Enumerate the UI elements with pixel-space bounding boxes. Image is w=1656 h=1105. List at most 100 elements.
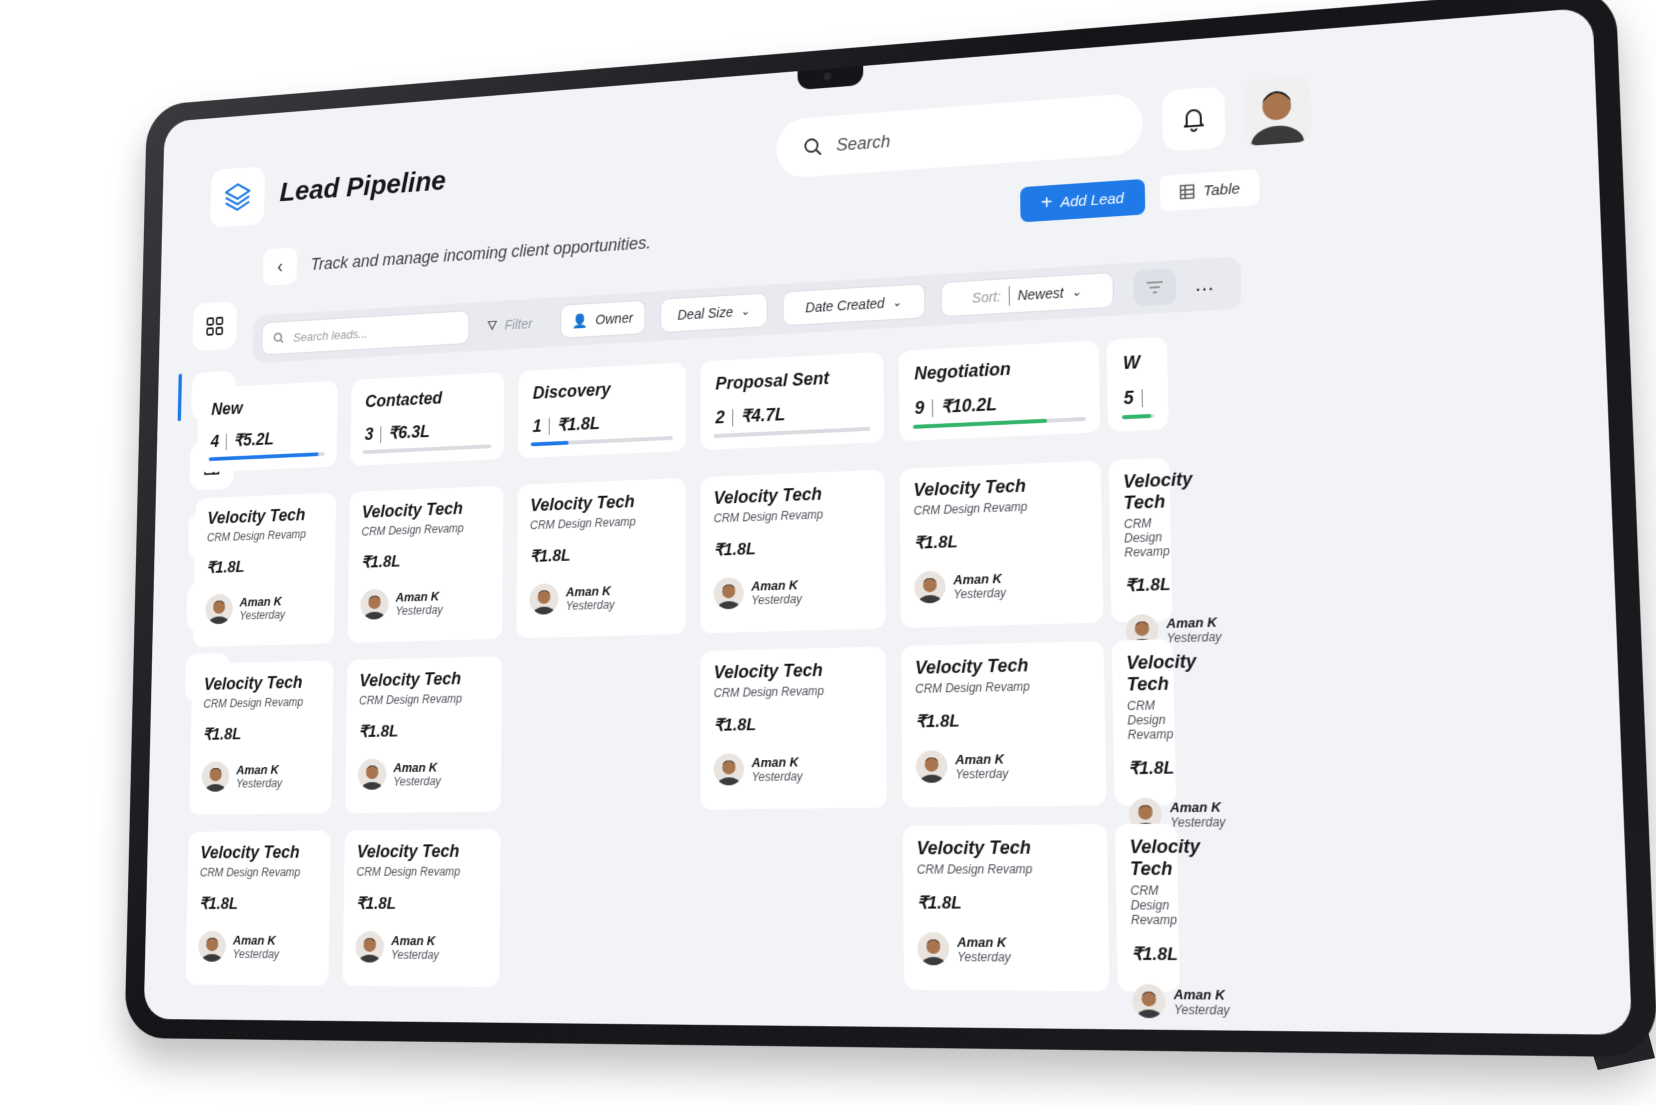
user-avatar[interactable] — [1242, 76, 1311, 146]
add-lead-button[interactable]: + Add Lead — [1020, 179, 1145, 223]
layers-icon — [220, 178, 254, 217]
owner-avatar — [198, 931, 226, 962]
owner-name: Aman K — [239, 593, 285, 609]
filter-options-button[interactable] — [1133, 268, 1176, 306]
lead-company: Velocity Tech — [913, 473, 1087, 501]
column-stats: 2 ₹4.7L — [715, 401, 868, 429]
column-progress-fill — [1122, 414, 1151, 419]
plus-icon: + — [1041, 191, 1053, 214]
column-amount: ₹4.7L — [741, 405, 786, 428]
column-count: 4 — [210, 432, 219, 452]
lead-amount: ₹1.8L — [206, 555, 323, 578]
lead-card[interactable]: Velocity Tech CRM Design Revamp ₹1.8L Aman … — [193, 493, 336, 648]
lead-project: CRM Design Revamp — [530, 513, 673, 532]
chevron-down-icon: ⌄ — [1071, 285, 1081, 299]
column-header-5[interactable]: W5 — [1107, 337, 1169, 432]
lead-card[interactable]: Velocity Tech CRM Design Revamp ₹1.8L Aman … — [1115, 824, 1180, 992]
owner-filter[interactable]: 👤 Owner — [560, 300, 645, 339]
more-options-button[interactable]: … — [1194, 266, 1215, 303]
lead-company: Velocity Tech — [714, 659, 873, 684]
filter-button[interactable]: ⛛ Filter — [487, 306, 533, 342]
lead-card[interactable]: Velocity Tech CRM Design Revamp ₹1.8L Aman … — [901, 641, 1106, 808]
sort-divider — [1009, 286, 1010, 306]
deal-size-filter[interactable]: Deal Size ⌄ — [660, 292, 768, 333]
lead-amount: ₹1.8L — [1131, 944, 1164, 965]
column-header-3[interactable]: Proposal Sent 2 ₹4.7L — [701, 352, 884, 450]
lead-date: Yesterday — [1167, 629, 1222, 645]
lead-card[interactable]: Velocity Tech CRM Design Revamp ₹1.8L Aman … — [343, 829, 501, 987]
column-progress-bar — [209, 452, 325, 461]
lead-card[interactable]: Velocity Tech CRM Design Revamp ₹1.8L Aman … — [701, 470, 886, 634]
lead-owner: Aman K Yesterday — [529, 579, 672, 614]
lead-date: Yesterday — [239, 607, 285, 622]
lead-card[interactable]: Velocity Tech CRM Design Revamp ₹1.8L Aman … — [189, 660, 333, 814]
lead-project: CRM Design Revamp — [915, 678, 1090, 696]
pipeline-board: New 4 ₹5.2L Velocity Tech CRM Design Revamp ₹… — [165, 7, 1593, 122]
column-progress-fill — [531, 441, 569, 447]
lead-card[interactable]: Velocity Tech CRM Design Revamp ₹1.8L Aman … — [345, 656, 502, 813]
lead-card[interactable]: Velocity Tech CRM Design Revamp ₹1.8L Aman … — [900, 460, 1104, 628]
column-stats-divider — [1142, 389, 1143, 407]
notifications-button[interactable] — [1162, 86, 1226, 152]
lead-company: Velocity Tech — [1129, 836, 1163, 880]
user-plus-icon: 👤 — [572, 312, 588, 329]
date-created-filter[interactable]: Date Created ⌄ — [782, 283, 925, 326]
back-button[interactable]: ‹ — [263, 247, 298, 286]
lead-date: Yesterday — [236, 776, 282, 790]
column-stats: 3 ₹6.3L — [365, 419, 490, 445]
lead-project: CRM Design Revamp — [1124, 516, 1157, 560]
more-icon: … — [1194, 272, 1215, 296]
lead-date: Yesterday — [395, 603, 442, 618]
lead-date: Yesterday — [393, 774, 441, 788]
lead-card[interactable]: Velocity Tech CRM Design Revamp ₹1.8L Aman … — [701, 646, 887, 809]
tablet-device: Lead Pipeline ‹ Track and manage incomin… — [0, 0, 1656, 1105]
column-stats: 1 ₹1.8L — [533, 410, 671, 437]
lead-owner: Aman K Yesterday — [1132, 984, 1166, 1018]
lead-card[interactable]: Velocity Tech CRM Design Revamp ₹1.8L Aman … — [1109, 458, 1173, 623]
lead-card[interactable]: Velocity Tech CRM Design Revamp ₹1.8L Aman … — [903, 824, 1110, 991]
lead-owner: Aman K Yesterday — [355, 931, 487, 963]
lead-project: CRM Design Revamp — [714, 683, 873, 700]
global-search-input[interactable]: Search — [776, 92, 1143, 179]
sidebar-item-dashboard[interactable] — [193, 301, 238, 351]
lead-company: Velocity Tech — [200, 842, 318, 863]
column-count: 9 — [915, 398, 925, 419]
owner-avatar — [914, 571, 946, 604]
column-amount: ₹6.3L — [388, 422, 430, 444]
lead-card[interactable]: Velocity Tech CRM Design Revamp ₹1.8L Aman … — [517, 478, 686, 638]
lead-amount: ₹1.8L — [1125, 575, 1158, 596]
lead-card[interactable]: Velocity Tech CRM Design Revamp ₹1.8L Aman … — [348, 486, 504, 643]
lead-date: Yesterday — [752, 769, 803, 784]
column-stats-divider — [226, 433, 227, 450]
app-logo[interactable] — [210, 166, 265, 228]
column-header-1[interactable]: Contacted 3 ₹6.3L — [350, 372, 504, 466]
column-header-4[interactable]: Negotiation 9 ₹10.2L — [899, 340, 1100, 441]
owner-avatar — [205, 594, 233, 625]
owner-name: Aman K — [751, 577, 802, 593]
lead-amount: ₹1.8L — [203, 723, 321, 744]
page-subtitle: Track and manage incoming client opportu… — [310, 233, 651, 275]
column-count: 2 — [715, 407, 724, 428]
column-header-0[interactable]: New 4 ₹5.2L — [197, 381, 338, 473]
lead-search-input[interactable]: Search leads... — [261, 310, 469, 355]
lead-date: Yesterday — [953, 585, 1006, 601]
table-view-button[interactable]: Table — [1160, 169, 1260, 211]
lead-amount: ₹1.8L — [530, 542, 673, 566]
lead-company: Velocity Tech — [917, 837, 1093, 860]
lead-amount: ₹1.8L — [1128, 758, 1161, 779]
lead-project: CRM Design Revamp — [200, 865, 318, 879]
lead-card[interactable]: Velocity Tech CRM Design Revamp ₹1.8L Aman … — [1112, 639, 1176, 805]
lead-amount: ₹1.8L — [361, 549, 490, 573]
lead-card[interactable]: Velocity Tech CRM Design Revamp ₹1.8L Aman … — [186, 831, 331, 986]
column-header-2[interactable]: Discovery 1 ₹1.8L — [518, 362, 686, 458]
column-amount: ₹5.2L — [233, 429, 274, 450]
sort-value: Newest — [1017, 285, 1063, 303]
bell-icon — [1180, 105, 1207, 133]
table-icon — [1179, 183, 1195, 200]
lead-date: Yesterday — [566, 597, 615, 612]
sort-select[interactable]: Sort: Newest ⌄ — [941, 272, 1114, 317]
lead-owner: Aman K Yesterday — [714, 573, 872, 609]
lead-company: Velocity Tech — [359, 668, 489, 691]
column-stats-divider — [932, 399, 933, 417]
owner-name: Aman K — [1166, 614, 1221, 631]
